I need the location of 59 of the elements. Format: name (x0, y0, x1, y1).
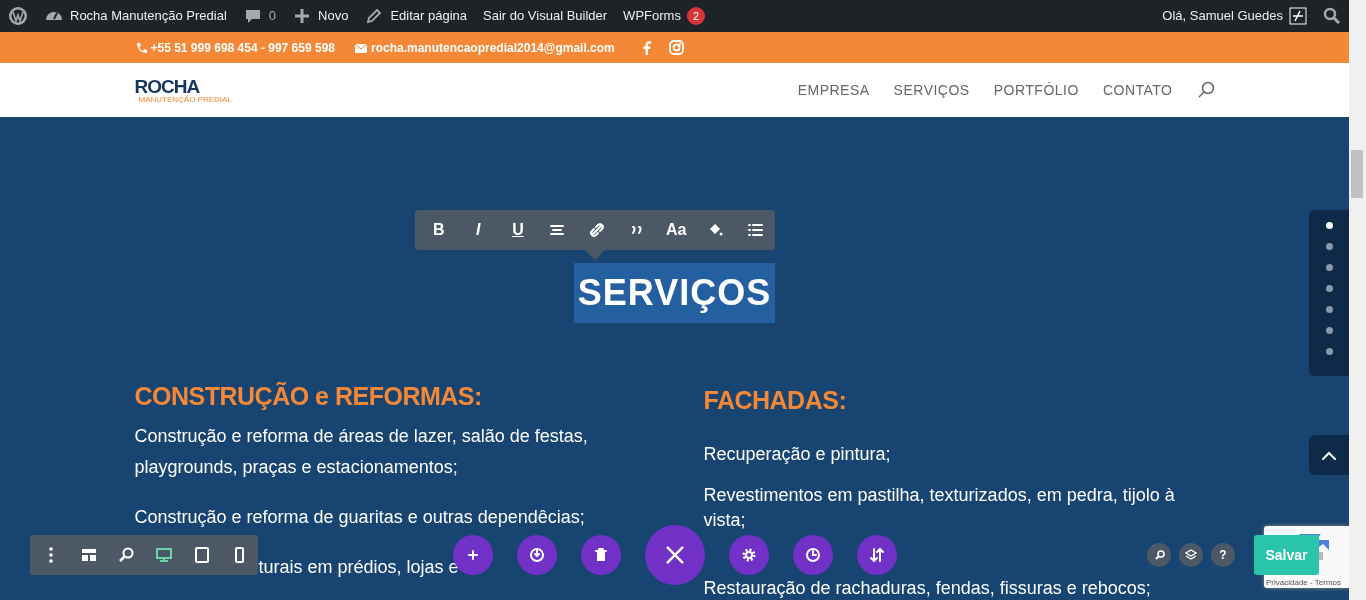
admin-menu-item[interactable]: WPForms 2 (623, 6, 705, 26)
paragraph: Construção e reforma de áreas de lazer, salão de festas, playgrounds, praças e estacionamentos; (134, 425, 589, 479)
envelope-icon (355, 42, 367, 53)
nav-dot[interactable] (1326, 285, 1333, 292)
admin-menu-item[interactable]: 0 (242, 6, 277, 26)
nav-link[interactable]: PORTFÓLIO (993, 79, 1079, 101)
avatar-icon[interactable] (1289, 7, 1307, 25)
nav-dot[interactable] (1326, 264, 1333, 271)
search-icon[interactable] (1323, 7, 1341, 25)
admin-menu-item[interactable]: Editar página (364, 6, 468, 26)
desktop-icon (154, 546, 173, 564)
list-icon[interactable] (746, 221, 765, 239)
nav-dot[interactable] (1326, 327, 1333, 334)
paragraph: Revestimentos em pastilha, texturizados, em pedra, tijolo à vista; (703, 484, 1176, 532)
zoom-icon (117, 546, 136, 564)
layout-icon (79, 546, 98, 564)
clock-icon (804, 546, 822, 564)
nav-dot[interactable] (1326, 222, 1333, 229)
section-title: SERVIÇOS (573, 263, 776, 323)
nav-dot[interactable] (1326, 243, 1333, 250)
layers-icon (1185, 549, 1197, 561)
column-heading: FACHADAS: (703, 385, 848, 415)
paragraph: turais em prédios, lojas e (258, 556, 459, 579)
bold-button[interactable]: B (419, 210, 459, 250)
admin-menu-item[interactable]: Novo (292, 6, 349, 26)
link-icon[interactable] (588, 221, 607, 239)
underline-button[interactable]: U (498, 210, 538, 250)
column-heading: CONSTRUÇÃO e REFORMAS: (134, 381, 483, 411)
recaptcha-links[interactable]: Privacidade - Termos (1266, 578, 1341, 588)
font-size-button[interactable]: Aa (656, 210, 696, 250)
notification-badge: 2 (686, 6, 705, 26)
phone-icon (134, 41, 147, 54)
admin-menu-item[interactable]: Sair do Visual Builder (483, 6, 608, 26)
paragraph: Construção e reforma de guaritas e outras dependêcias; (134, 506, 586, 529)
paragraph: Recuperação e pintura; (703, 443, 892, 466)
nav-link[interactable]: EMPRESA (797, 79, 870, 101)
logo[interactable]: ROCHA MANUTENÇÃO PREDIAL (134, 76, 232, 104)
trash-icon (592, 546, 610, 564)
search-icon (1153, 549, 1165, 561)
gear-icon (740, 546, 758, 564)
nav-dot[interactable] (1326, 348, 1333, 355)
chevron-up-icon (1322, 450, 1336, 460)
phone-number: +55 51 999 698 454 - 997 659 598 (150, 39, 335, 57)
nav-dot[interactable] (1326, 306, 1333, 313)
sort-arrows-icon (868, 546, 886, 564)
close-icon (664, 544, 686, 566)
power-icon (528, 546, 546, 564)
nav-link[interactable]: CONTATO (1102, 79, 1173, 101)
italic-button[interactable]: I (458, 210, 499, 250)
admin-menu-item[interactable]: Rocha Manutenção Predial (44, 6, 227, 26)
menu-icon (48, 547, 53, 563)
user-greeting[interactable]: Olá, Samuel Guedes (1162, 6, 1283, 26)
wordpress-logo-icon[interactable] (8, 6, 28, 26)
nav-link[interactable]: SERVIÇOS (893, 79, 970, 101)
search-icon[interactable] (1196, 81, 1215, 99)
back-to-top-button[interactable] (1309, 435, 1349, 475)
paragraph: Restauração de rachaduras, fendas, fissuras e rebocos; (703, 577, 1152, 600)
tablet-icon (192, 546, 211, 564)
scrollbar-thumb[interactable] (1351, 150, 1363, 198)
